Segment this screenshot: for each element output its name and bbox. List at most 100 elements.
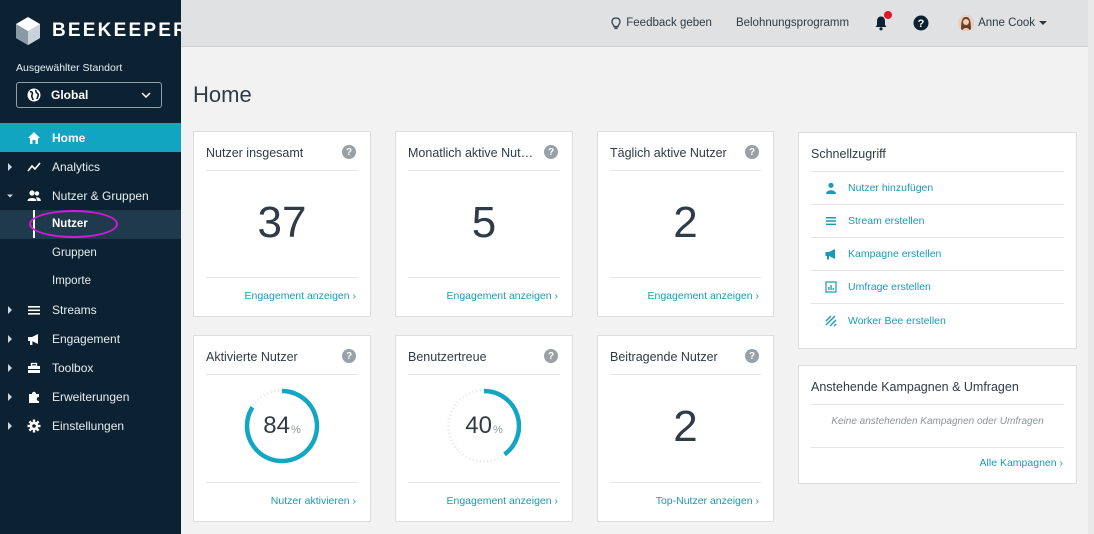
home-icon: [28, 131, 40, 144]
divider: [408, 170, 560, 171]
nav-label: Erweiterungen: [52, 390, 130, 404]
quick-add-user[interactable]: Nutzer hinzufügen: [811, 172, 1064, 205]
gear-icon: [27, 419, 41, 433]
quick-create-worker-bee[interactable]: Worker Bee erstellen: [811, 304, 1064, 337]
notification-badge: [884, 11, 893, 19]
panel-title: Anstehende Kampagnen & Umfragen: [811, 380, 1019, 394]
engagement-link[interactable]: Engagement anzeigen ›: [245, 290, 357, 302]
beekeeper-logo-icon: [16, 17, 40, 45]
nav-label: Toolbox: [52, 361, 94, 375]
megaphone-icon: [825, 249, 835, 260]
nav-item-engagement[interactable]: Engagement: [0, 325, 181, 354]
engagement-link[interactable]: Engagement anzeigen ›: [648, 290, 760, 302]
help-icon[interactable]: ?: [342, 349, 356, 363]
caret-right-icon: [8, 162, 12, 171]
main-nav: Home Analytics Nutzer & Gruppen Nutzer G…: [0, 123, 181, 441]
lightbulb-icon: [611, 16, 621, 29]
divider: [811, 404, 1064, 405]
help-icon: ?: [913, 15, 929, 31]
user-name: Anne Cook: [978, 17, 1035, 29]
gauge-label: 40%: [444, 386, 524, 466]
divider: [206, 482, 358, 483]
divider: [206, 374, 358, 375]
quick-item-label: Worker Bee erstellen: [848, 314, 946, 327]
nav-item-analytics[interactable]: Analytics: [0, 152, 181, 181]
caret-right-icon: [8, 306, 12, 314]
engagement-link[interactable]: Engagement anzeigen ›: [447, 495, 559, 507]
panel-title: Schnellzugriff: [811, 147, 886, 161]
quick-item-label: Umfrage erstellen: [848, 281, 931, 293]
svg-text:?: ?: [918, 18, 925, 30]
nav-item-extensions[interactable]: Erweiterungen: [0, 383, 181, 412]
rewards-label: Belohnungsprogramm: [735, 17, 850, 29]
scrollbar[interactable]: [1088, 0, 1094, 534]
card-title: Benutzertreue: [408, 350, 487, 364]
globe-icon: [27, 88, 41, 102]
users-icon: [27, 189, 41, 201]
card-title: Täglich aktive Nutzer: [610, 146, 727, 160]
card-title: Nutzer insgesamt: [206, 146, 304, 160]
quick-access-panel: Schnellzugriff Nutzer hinzufügen Stream …: [798, 132, 1077, 349]
activate-users-link[interactable]: Nutzer aktivieren ›: [271, 495, 356, 507]
nav-sub-label: Importe: [52, 275, 91, 288]
divider: [206, 277, 358, 278]
gauge-unit: %: [290, 424, 301, 436]
all-campaigns-link[interactable]: Alle Kampagnen ›: [980, 457, 1063, 469]
gauge-label: 84%: [242, 386, 322, 466]
quick-create-campaign[interactable]: Kampagne erstellen: [811, 238, 1064, 271]
nav-item-streams[interactable]: Streams: [0, 296, 181, 325]
nav-item-users-groups[interactable]: Nutzer & Gruppen: [0, 181, 181, 210]
quick-item-label: Nutzer hinzufügen: [848, 182, 934, 194]
rewards-link[interactable]: Belohnungsprogramm: [736, 17, 849, 29]
sidebar: BEEKEEPER Ausgewählter Standort Global H…: [0, 0, 187, 534]
nav-label: Nutzer & Gruppen: [52, 188, 149, 203]
quick-create-stream[interactable]: Stream erstellen: [811, 205, 1064, 238]
help-button[interactable]: ?: [913, 15, 934, 31]
gauge-unit: %: [492, 424, 503, 436]
help-icon[interactable]: ?: [342, 145, 356, 159]
location-value: Global: [51, 88, 89, 102]
annotation-highlight-ring: [29, 210, 118, 238]
help-icon[interactable]: ?: [544, 349, 558, 363]
help-icon[interactable]: ?: [745, 349, 759, 363]
puzzle-icon: [29, 391, 39, 403]
nav-label: Streams: [52, 303, 97, 317]
nav-sub-imports[interactable]: Importe: [0, 267, 181, 296]
stat-value: 2: [673, 402, 698, 451]
divider: [811, 447, 1064, 448]
megaphone-icon: [28, 334, 38, 345]
top-users-link[interactable]: Top-Nutzer anzeigen ›: [656, 495, 759, 507]
location-select[interactable]: Global: [16, 82, 162, 108]
empty-state-text: Keine anstehenden Kampagnen oder Umfrage…: [831, 416, 1044, 427]
divider: [408, 482, 560, 483]
stat-value: 2: [673, 198, 698, 247]
quick-item-label: Kampagne erstellen: [848, 248, 942, 260]
feedback-label: Feedback geben: [626, 17, 712, 29]
engagement-link[interactable]: Engagement anzeigen ›: [447, 290, 559, 302]
quick-create-survey[interactable]: Umfrage erstellen: [811, 271, 1064, 304]
list-icon: [826, 217, 836, 226]
card-total-users: Nutzer insgesamt ? 37 Engagement anzeige…: [193, 131, 371, 317]
nav-item-settings[interactable]: Einstellungen: [0, 412, 181, 441]
nav-item-toolbox[interactable]: Toolbox: [0, 354, 181, 383]
nav-item-home[interactable]: Home: [0, 123, 181, 152]
chevron-down-icon: [141, 92, 151, 99]
feedback-link[interactable]: Feedback geben: [611, 16, 712, 30]
card-contributing-users: Beitragende Nutzer ? 2 Top-Nutzer anzeig…: [597, 335, 774, 522]
caret-right-icon: [8, 393, 12, 401]
worker-bee-icon: [825, 315, 837, 326]
help-icon[interactable]: ?: [745, 145, 759, 159]
survey-icon: [825, 281, 837, 293]
divider: [610, 374, 761, 375]
card-daily-active: Täglich aktive Nutzer ? 2 Engagement anz…: [597, 131, 774, 317]
stat-value: 37: [257, 198, 307, 247]
pending-campaigns-panel: Anstehende Kampagnen & Umfragen Keine an…: [798, 365, 1077, 484]
user-menu[interactable]: Anne Cook: [958, 15, 1052, 31]
gauge-value: 40: [465, 412, 492, 439]
help-icon[interactable]: ?: [544, 145, 558, 159]
brand-logo[interactable]: BEEKEEPER: [16, 17, 189, 45]
streams-icon: [28, 306, 40, 315]
notifications-button[interactable]: [873, 11, 893, 31]
nav-label: Einstellungen: [52, 419, 125, 433]
nav-sub-groups[interactable]: Gruppen: [0, 239, 181, 268]
